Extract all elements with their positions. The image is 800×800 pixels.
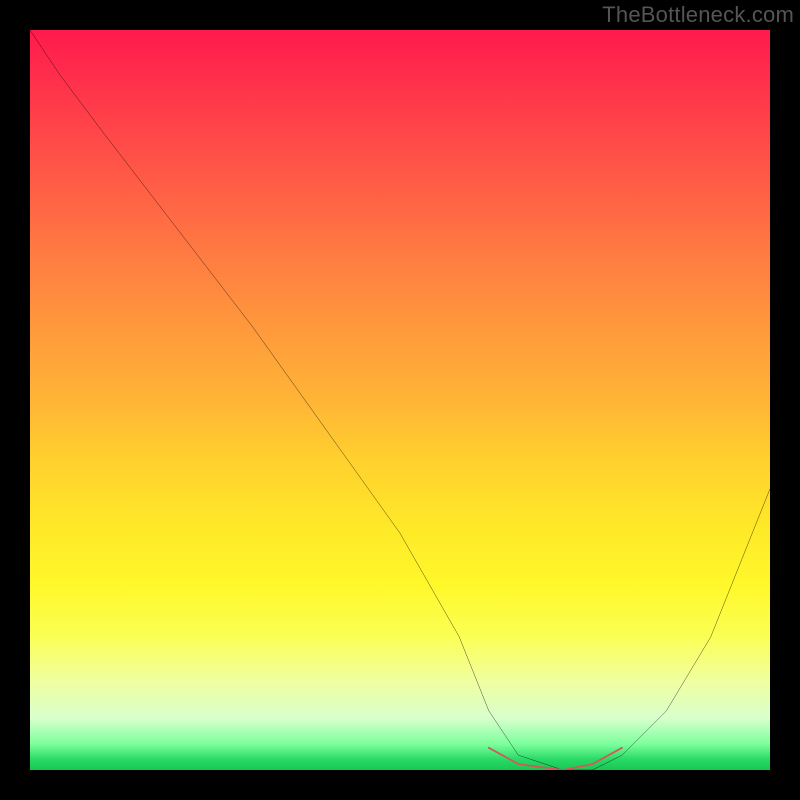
chart-svg [30, 30, 770, 770]
bottleneck-curve [30, 30, 770, 770]
optimal-range-marker [489, 748, 622, 770]
watermark-text: TheBottleneck.com [602, 2, 794, 28]
chart-frame: TheBottleneck.com [0, 0, 800, 800]
plot-area [30, 30, 770, 770]
